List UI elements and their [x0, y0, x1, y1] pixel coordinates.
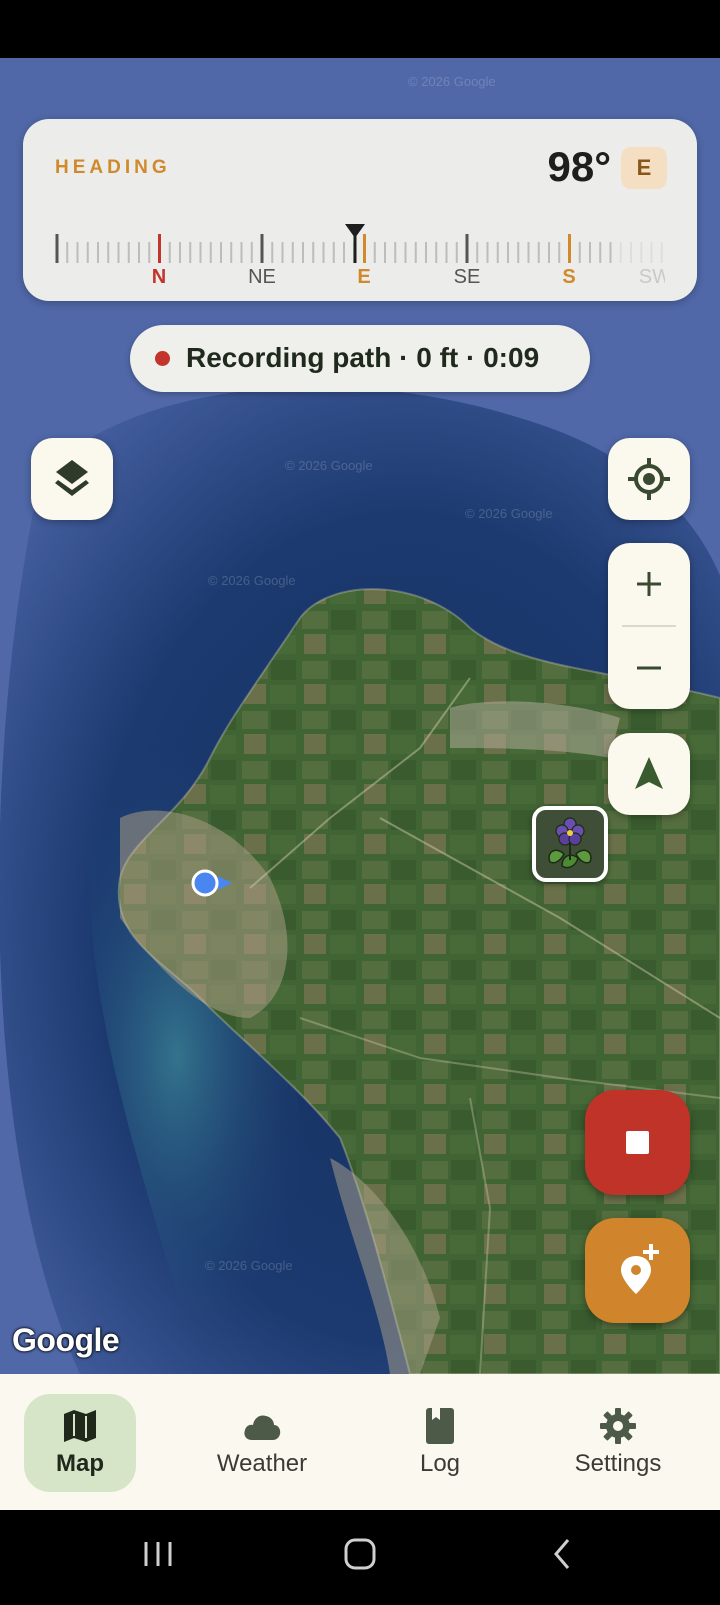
nav-label-weather: Weather — [216, 1450, 308, 1477]
nav-label-map: Map — [56, 1450, 104, 1477]
recording-status-text: Recording path · 0 ft · 0:09 — [186, 342, 540, 373]
compass-mode-button[interactable] — [608, 733, 690, 815]
heading-card: HEADING 98° E N NE E SE S SW — [23, 119, 697, 301]
heading-direction-badge: E — [621, 147, 667, 189]
zoom-in-button[interactable] — [608, 543, 690, 625]
compass-label-se: SE — [454, 266, 481, 287]
bottom-navigation: Map Weather Log Settings — [0, 1374, 720, 1510]
minus-icon — [637, 666, 661, 670]
compass-tape: N NE E SE S SW — [55, 224, 665, 287]
cloud-icon — [244, 1415, 281, 1440]
plus-icon — [637, 572, 661, 596]
status-bar — [0, 0, 720, 58]
system-navigation-bar — [0, 1510, 720, 1600]
zoom-controls — [608, 543, 690, 709]
google-attribution: Google — [12, 1322, 120, 1358]
heading-degrees: 98° — [547, 143, 611, 190]
book-icon — [426, 1408, 454, 1444]
plant-observation-marker[interactable] — [532, 806, 608, 882]
compass-label-sw: SW — [639, 266, 665, 287]
map-watermark: © 2026 Google — [285, 458, 373, 473]
back-icon[interactable] — [554, 1539, 570, 1569]
nav-item-weather[interactable]: Weather — [206, 1394, 318, 1492]
nav-item-settings[interactable]: Settings — [562, 1394, 674, 1492]
map-watermark: © 2026 Google — [408, 74, 496, 89]
my-location-icon — [628, 458, 670, 500]
compass-label-n: N — [152, 266, 166, 287]
recording-dot-icon — [155, 351, 170, 366]
navigation-arrow-icon — [635, 757, 663, 789]
gear-icon — [600, 1408, 636, 1444]
layers-icon — [55, 460, 89, 496]
nav-item-log[interactable]: Log — [384, 1394, 496, 1492]
heading-label: HEADING — [55, 157, 171, 178]
map-watermark: © 2026 Google — [205, 1258, 293, 1273]
map-watermark: © 2026 Google — [208, 573, 296, 588]
stop-icon — [626, 1131, 649, 1154]
recent-apps-icon[interactable] — [144, 1542, 172, 1566]
recording-status-pill: Recording path · 0 ft · 0:09 — [130, 325, 590, 392]
add-location-button[interactable] — [585, 1218, 690, 1323]
violet-flower-icon — [548, 817, 592, 869]
home-icon[interactable] — [344, 1538, 376, 1570]
nav-label-log: Log — [419, 1450, 461, 1477]
map-layers-button[interactable] — [31, 438, 113, 520]
compass-label-s: S — [562, 266, 575, 287]
my-location-button[interactable] — [608, 438, 690, 520]
nav-label-settings: Settings — [574, 1450, 662, 1477]
map-icon — [64, 1410, 96, 1442]
add-location-icon — [621, 1244, 659, 1294]
compass-label-e: E — [357, 266, 370, 287]
map-watermark: © 2026 Google — [465, 506, 553, 521]
nav-item-map[interactable]: Map — [24, 1394, 136, 1492]
zoom-out-button[interactable] — [608, 627, 690, 709]
compass-label-ne: NE — [248, 266, 276, 287]
stop-recording-button[interactable] — [585, 1090, 690, 1195]
